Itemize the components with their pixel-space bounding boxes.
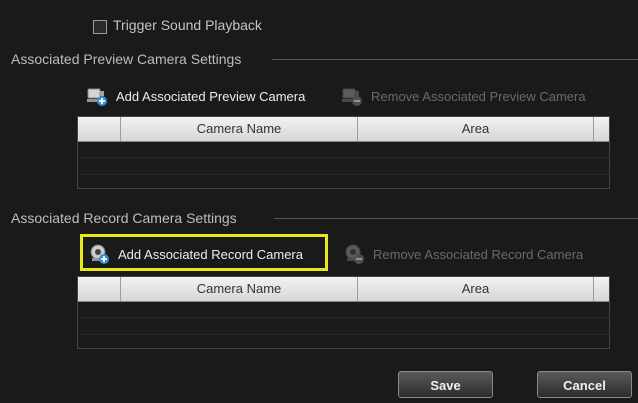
- table-header-end: [593, 277, 609, 301]
- section-divider: [274, 218, 638, 219]
- table-row: [78, 301, 609, 318]
- table-row: [78, 318, 609, 335]
- column-camera-name[interactable]: Camera Name: [120, 277, 357, 301]
- section-divider: [272, 59, 638, 60]
- table-body: [78, 141, 609, 188]
- remove-record-camera-icon: [343, 243, 365, 265]
- add-preview-camera-label: Add Associated Preview Camera: [116, 88, 306, 104]
- remove-record-camera-label: Remove Associated Record Camera: [373, 246, 584, 262]
- record-section-title: Associated Record Camera Settings: [11, 210, 237, 226]
- table-body: [78, 301, 609, 348]
- column-area[interactable]: Area: [357, 277, 593, 301]
- add-record-camera-icon: [88, 243, 110, 265]
- add-record-camera-button[interactable]: Add Associated Record Camera: [88, 243, 303, 265]
- column-camera-name[interactable]: Camera Name: [120, 117, 357, 141]
- preview-camera-table: Camera Name Area: [77, 116, 610, 189]
- preview-section-title: Associated Preview Camera Settings: [11, 51, 242, 67]
- table-header-end: [593, 117, 609, 141]
- table-row: [78, 141, 609, 158]
- remove-preview-camera-label: Remove Associated Preview Camera: [371, 88, 586, 104]
- table-header: Camera Name Area: [78, 117, 609, 142]
- add-record-camera-label: Add Associated Record Camera: [118, 246, 303, 262]
- cancel-button[interactable]: Cancel: [537, 371, 632, 398]
- column-area[interactable]: Area: [357, 117, 593, 141]
- remove-camera-icon: [341, 85, 363, 107]
- record-camera-table: Camera Name Area: [77, 276, 610, 349]
- add-camera-icon: [86, 85, 108, 107]
- trigger-sound-label: Trigger Sound Playback: [113, 17, 262, 33]
- table-row: [78, 158, 609, 175]
- trigger-sound-checkbox[interactable]: [93, 20, 107, 34]
- add-preview-camera-button[interactable]: Add Associated Preview Camera: [86, 85, 305, 107]
- remove-record-camera-button[interactable]: Remove Associated Record Camera: [343, 243, 583, 265]
- remove-preview-camera-button[interactable]: Remove Associated Preview Camera: [341, 85, 586, 107]
- save-button[interactable]: Save: [398, 371, 493, 398]
- table-header-blank: [78, 277, 120, 301]
- table-header: Camera Name Area: [78, 277, 609, 302]
- table-header-blank: [78, 117, 120, 141]
